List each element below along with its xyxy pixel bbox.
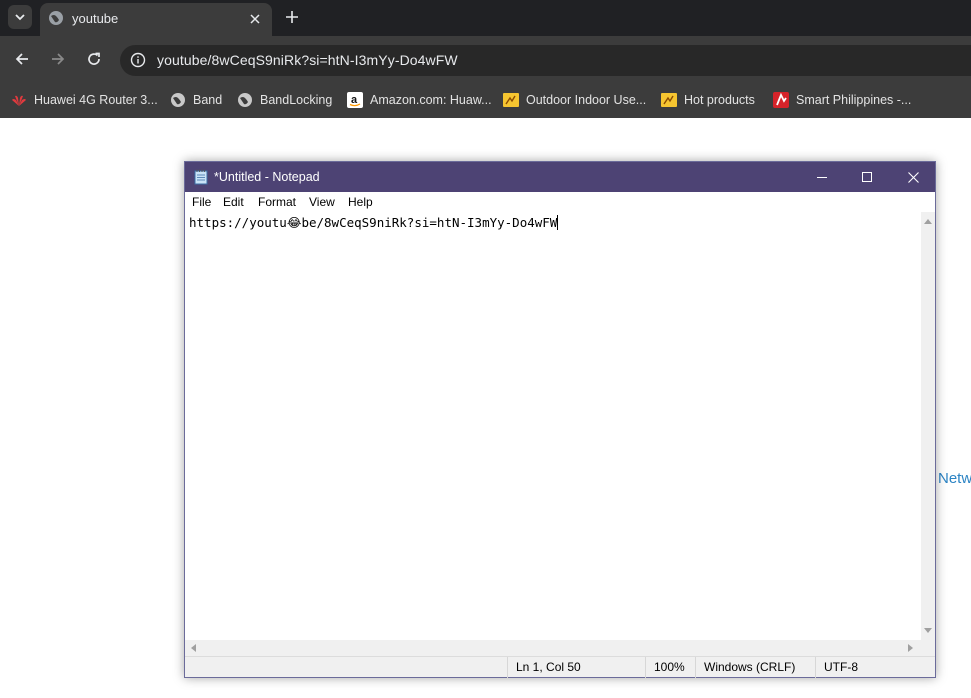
bookmarks-bar: Huawei 4G Router 3... Band BandLocking a… bbox=[0, 82, 971, 118]
text-before-emoji: https://youtu bbox=[189, 215, 287, 230]
info-icon bbox=[130, 52, 146, 68]
scroll-left-icon bbox=[191, 644, 196, 652]
menu-format[interactable]: Format bbox=[258, 195, 296, 209]
text-caret bbox=[557, 215, 559, 230]
bookmark-label: Smart Philippines -... bbox=[796, 93, 912, 107]
plus-icon bbox=[286, 11, 298, 23]
globe-icon bbox=[170, 92, 186, 108]
menu-help[interactable]: Help bbox=[348, 195, 373, 209]
tab-search-button[interactable] bbox=[8, 5, 32, 29]
reload-icon bbox=[88, 52, 100, 65]
tab-strip: youtube bbox=[0, 0, 971, 36]
huawei-icon bbox=[11, 92, 27, 108]
new-tab-button[interactable] bbox=[282, 7, 302, 27]
bookmark-amazon[interactable]: a Amazon.com: Huaw... bbox=[347, 90, 492, 110]
bookmark-label: BandLocking bbox=[260, 93, 333, 107]
forward-button[interactable] bbox=[47, 48, 69, 70]
text-after-emoji: be/8wCeqS9niRk?si=htN-I3mYy-Do4wFW bbox=[301, 215, 558, 230]
maximize-icon bbox=[862, 172, 872, 182]
tab-close-button[interactable] bbox=[246, 10, 264, 28]
close-icon bbox=[907, 171, 919, 183]
tab-youtube[interactable]: youtube bbox=[40, 3, 272, 36]
scroll-corner bbox=[921, 640, 935, 656]
notepad-icon bbox=[194, 169, 208, 185]
bookmark-label: Band bbox=[193, 93, 223, 107]
site-info-button[interactable] bbox=[128, 50, 148, 70]
back-button[interactable] bbox=[11, 48, 33, 70]
bookmark-label: Amazon.com: Huaw... bbox=[370, 93, 492, 107]
horizontal-scrollbar[interactable] bbox=[185, 640, 921, 656]
amazon-icon: a bbox=[347, 92, 363, 108]
scroll-up-icon bbox=[924, 219, 932, 224]
status-zoom: 100% bbox=[645, 657, 695, 678]
vertical-scrollbar[interactable] bbox=[921, 212, 935, 640]
menu-file[interactable]: File bbox=[192, 195, 211, 209]
bookmark-outdoor-indoor[interactable]: Outdoor Indoor Use... bbox=[503, 90, 646, 110]
bookmark-huawei-router[interactable]: Huawei 4G Router 3... bbox=[11, 90, 158, 110]
bookmark-hot-products[interactable]: Hot products bbox=[661, 90, 755, 110]
chevron-down-icon bbox=[15, 14, 25, 21]
scroll-down-icon bbox=[924, 628, 932, 633]
bookmark-label: Huawei 4G Router 3... bbox=[34, 93, 158, 107]
notepad-title: *Untitled - Notepad bbox=[214, 170, 320, 184]
arrow-left-icon bbox=[15, 53, 28, 65]
reload-button[interactable] bbox=[83, 48, 105, 70]
bookmark-label: Hot products bbox=[684, 93, 755, 107]
minimize-button[interactable] bbox=[799, 162, 845, 192]
maximize-button[interactable] bbox=[844, 162, 890, 192]
folder-icon bbox=[503, 92, 519, 108]
close-button[interactable] bbox=[890, 162, 936, 192]
notepad-text: https://youtu😂be/8wCeqS9niRk?si=htN-I3mY… bbox=[189, 215, 559, 230]
bookmark-bandlocking[interactable]: BandLocking bbox=[237, 90, 332, 110]
notepad-statusbar: Ln 1, Col 50 100% Windows (CRLF) UTF-8 bbox=[185, 656, 935, 678]
status-position: Ln 1, Col 50 bbox=[507, 657, 645, 678]
scroll-right-icon bbox=[908, 644, 913, 652]
close-icon bbox=[250, 14, 260, 24]
minimize-icon bbox=[817, 177, 827, 178]
smart-icon bbox=[773, 92, 789, 108]
status-line-ending: Windows (CRLF) bbox=[695, 657, 815, 678]
bookmark-smart-philippines[interactable]: Smart Philippines -... bbox=[773, 90, 911, 110]
globe-icon bbox=[49, 11, 63, 25]
folder-icon bbox=[661, 92, 677, 108]
tab-title: youtube bbox=[72, 11, 119, 26]
arrow-right-icon bbox=[52, 53, 65, 65]
notepad-text-area[interactable]: https://youtu😂be/8wCeqS9niRk?si=htN-I3mY… bbox=[185, 212, 921, 640]
status-encoding: UTF-8 bbox=[815, 657, 925, 678]
menu-edit[interactable]: Edit bbox=[223, 195, 244, 209]
notepad-window: *Untitled - Notepad File Edit Format Vie… bbox=[184, 161, 936, 678]
notepad-titlebar[interactable]: *Untitled - Notepad bbox=[185, 162, 935, 192]
svg-text:a: a bbox=[351, 94, 358, 106]
menu-view[interactable]: View bbox=[309, 195, 335, 209]
address-bar-url[interactable]: youtube/8wCeqS9niRk?si=htN-I3mYy-Do4wFW bbox=[157, 52, 458, 68]
bookmark-band[interactable]: Band bbox=[170, 90, 222, 110]
emoji-char: 😂 bbox=[286, 215, 302, 230]
bookmark-label: Outdoor Indoor Use... bbox=[526, 93, 647, 107]
notepad-menubar: File Edit Format View Help bbox=[185, 192, 935, 212]
network-link-partial[interactable]: Netw bbox=[938, 470, 971, 487]
globe-icon bbox=[237, 92, 253, 108]
